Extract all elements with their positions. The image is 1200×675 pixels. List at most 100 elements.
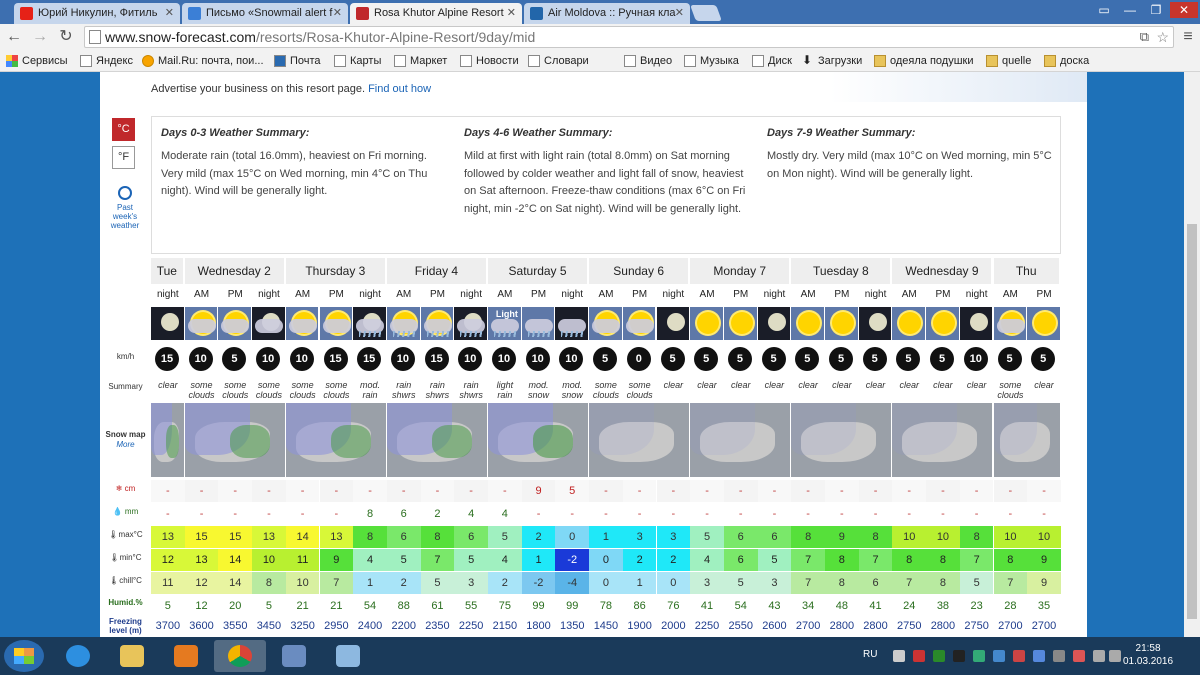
rain-cell: - [993, 503, 1028, 525]
map-green [533, 425, 574, 459]
past-weather-link[interactable]: Past week's weather [104, 186, 146, 230]
fahrenheit-button[interactable]: °F [112, 146, 135, 169]
snow-map[interactable] [791, 403, 893, 477]
bookmark-downloads[interactable]: ⬇ Загрузки [802, 53, 862, 69]
bluetooth-icon[interactable] [1033, 650, 1045, 662]
tray-app-icon[interactable] [973, 650, 985, 662]
bookmark-market[interactable]: Маркет [394, 53, 447, 69]
browser-tab-4[interactable]: Air Moldova :: Ручная кла ✕ [524, 3, 690, 24]
wind-cell: 15 [353, 342, 387, 376]
browser-tab-2[interactable]: Письмо «Snowmail alert f ✕ [182, 3, 348, 24]
weather-icon [690, 307, 724, 340]
acrobat-icon[interactable] [913, 650, 925, 662]
humidity-cell: 5 [164, 600, 171, 612]
snow-map[interactable] [488, 403, 590, 477]
tray-arrow-icon[interactable] [893, 650, 905, 662]
taskbar-ie[interactable] [52, 640, 104, 672]
new-tab-button[interactable] [690, 5, 722, 21]
wind-arrow-icon: 10 [492, 347, 516, 371]
weather-icon [151, 307, 185, 340]
language-indicator[interactable]: RU [863, 649, 877, 660]
scrollbar-thumb[interactable] [1187, 224, 1197, 619]
snow-map[interactable] [993, 403, 1061, 477]
tray-app-icon[interactable] [1013, 650, 1025, 662]
bookmark-news[interactable]: Новости [460, 53, 519, 69]
close-tab-icon[interactable]: ✕ [333, 3, 342, 24]
bookmark-music[interactable]: Музыка [684, 53, 739, 69]
network-icon[interactable] [1109, 650, 1121, 662]
forecast-table: km/h Summary Snow map More ❄ cm 💧 mm 🌡ma… [105, 258, 1061, 637]
battery-icon[interactable] [1093, 650, 1105, 662]
close-tab-icon[interactable]: ✕ [507, 3, 516, 24]
snow-cell: 9 [521, 480, 556, 502]
folder-icon [1044, 55, 1056, 67]
bookmark-disk[interactable]: Диск [752, 53, 792, 69]
close-window-icon[interactable]: ✕ [1170, 2, 1198, 18]
chill-cell: -4 [555, 572, 590, 594]
tray-app-icon[interactable] [993, 650, 1005, 662]
forward-icon[interactable]: → [30, 27, 50, 47]
taskbar-chrome[interactable] [214, 640, 266, 672]
page-scrollbar[interactable] [1184, 72, 1200, 637]
snow-map[interactable] [690, 403, 792, 477]
bookmark-mailru[interactable]: Mail.Ru: почта, пои... [142, 53, 264, 69]
youtube-icon [20, 7, 33, 20]
snow-map[interactable] [285, 403, 387, 477]
tray-app-icon[interactable] [1073, 650, 1085, 662]
taskbar-explorer[interactable] [106, 640, 158, 672]
snow-map[interactable] [184, 403, 286, 477]
wind-arrow-icon: 5 [727, 347, 752, 371]
snow-map[interactable] [386, 403, 488, 477]
tray-app-icon[interactable] [933, 650, 945, 662]
bookmark-folder-board[interactable]: доска [1044, 53, 1089, 69]
rain-cell: - [218, 503, 253, 525]
clock[interactable]: 21:58 01.03.2016 [1123, 642, 1173, 668]
find-out-how-link[interactable]: Find out how [368, 83, 431, 95]
max-temp-cell: 10 [926, 526, 960, 548]
taskbar-paint[interactable] [322, 640, 374, 672]
bookmark-folder-pillows[interactable]: одеяла подушки [874, 53, 974, 69]
reload-icon[interactable]: ↻ [56, 27, 76, 47]
browser-tab-3[interactable]: Rosa Khutor Alpine Resort ✕ [350, 3, 522, 24]
sun-icon [798, 312, 821, 334]
minimize-icon[interactable]: — [1118, 2, 1142, 18]
summary-cell: clear [899, 380, 919, 390]
start-button[interactable] [4, 640, 44, 672]
translate-icon[interactable]: ⧉ [1140, 27, 1149, 47]
address-bar[interactable]: www.snow-forecast.com/resorts/Rosa-Khuto… [84, 26, 1174, 48]
tray-app-icon[interactable] [953, 650, 965, 662]
taskbar-sound[interactable] [268, 640, 320, 672]
user-icon[interactable]: ▭ [1092, 2, 1116, 18]
humidity-cell: 78 [599, 600, 613, 612]
snow-cell: - [420, 480, 455, 502]
weather-icon [252, 307, 286, 340]
menu-icon[interactable]: ≡ [1178, 27, 1198, 47]
bookmark-folder-quelle[interactable]: quelle [986, 53, 1031, 69]
day-header: Thu [993, 258, 1061, 284]
tray-app-icon[interactable] [1053, 650, 1065, 662]
cloud-icon [255, 319, 284, 333]
summary-cell: some clouds [592, 380, 619, 400]
browser-tab-1[interactable]: Юрий Никулин, Фитиль ✕ [14, 3, 180, 24]
snow-map[interactable] [589, 403, 691, 477]
bookmark-mail[interactable]: Почта [274, 53, 321, 69]
bookmark-apps[interactable]: Сервисы [6, 53, 68, 69]
bookmark-maps[interactable]: Карты [334, 53, 381, 69]
close-tab-icon[interactable]: ✕ [165, 3, 174, 24]
back-icon[interactable]: ← [4, 27, 24, 47]
bookmark-star-icon[interactable]: ☆ [1156, 27, 1169, 47]
maximize-icon[interactable]: ❐ [1144, 2, 1168, 18]
thermometer-icon: 🌡 [109, 576, 120, 585]
bookmark-yandex[interactable]: Яндекс [80, 53, 133, 69]
bookmark-video[interactable]: Видео [624, 53, 672, 69]
close-tab-icon[interactable]: ✕ [675, 3, 684, 24]
min-temp-cell: 9 [1027, 549, 1061, 571]
celsius-button[interactable]: °C [112, 118, 135, 141]
bookmark-dictionaries[interactable]: Словари [528, 53, 589, 69]
day-header: Tue [151, 258, 185, 284]
taskbar-media[interactable] [160, 640, 212, 672]
freezing-level-cell: 2800 [829, 620, 855, 632]
snow-map[interactable] [151, 403, 185, 477]
snowmap-more-link[interactable]: More [100, 440, 151, 449]
snow-map[interactable] [892, 403, 994, 477]
